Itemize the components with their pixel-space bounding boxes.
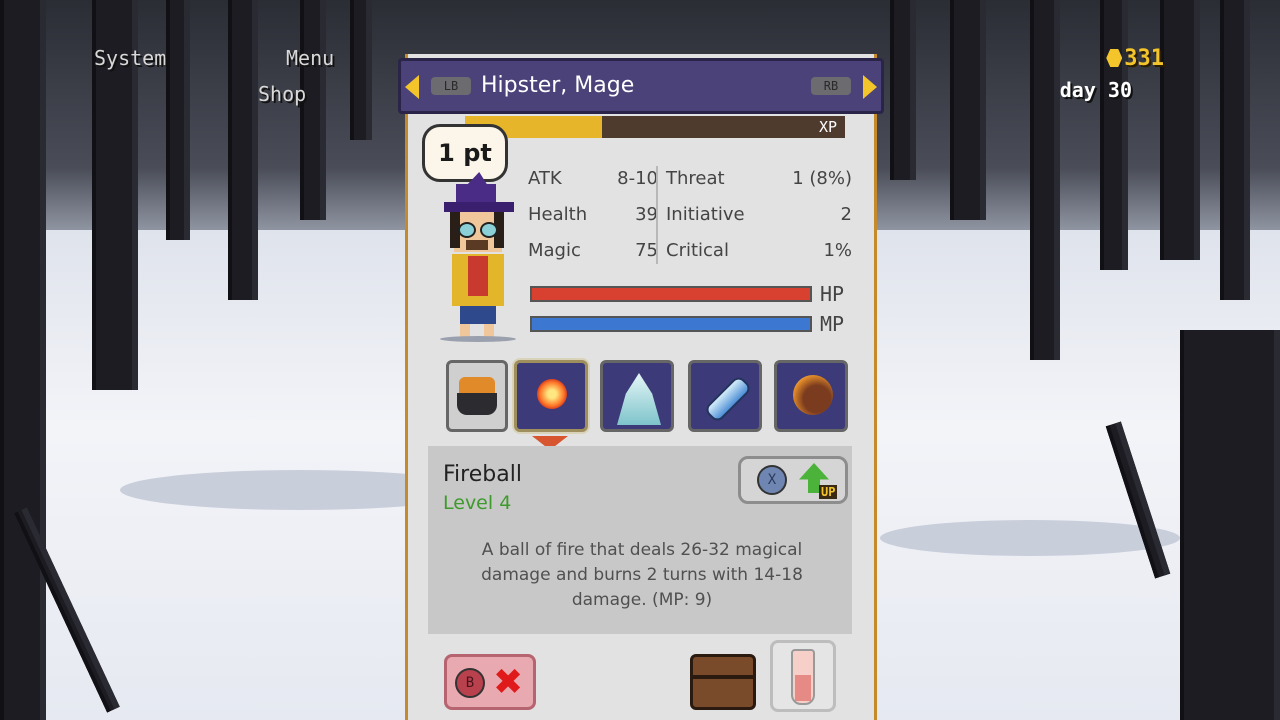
skill-slot-cauldron[interactable] bbox=[446, 360, 508, 432]
upgrade-tag: UP bbox=[819, 485, 838, 499]
character-title: Hipster, Mage bbox=[481, 73, 635, 98]
ice-crystal-icon bbox=[617, 373, 661, 425]
stat-label: Threat bbox=[666, 168, 725, 189]
tree-trunk bbox=[1030, 0, 1060, 360]
tree-trunk bbox=[1220, 0, 1250, 300]
stat-magic: Magic 75 bbox=[528, 240, 658, 264]
hp-bar: HP bbox=[530, 282, 850, 306]
tree-trunk bbox=[0, 0, 46, 720]
tree-trunk bbox=[890, 0, 916, 180]
skill-slot-fireball[interactable] bbox=[514, 360, 588, 432]
main-menu-label[interactable]: Menu bbox=[286, 46, 334, 70]
tree-trunk bbox=[950, 0, 986, 220]
skill-slot-ice-crystal[interactable] bbox=[600, 360, 674, 432]
stat-value: 8-10 bbox=[617, 168, 658, 189]
mage-character-sprite bbox=[438, 172, 520, 344]
stat-label: Health bbox=[528, 204, 588, 225]
previous-character-arrow-icon[interactable] bbox=[405, 75, 419, 99]
stat-health: Health 39 bbox=[528, 204, 658, 228]
stat-label: Magic bbox=[528, 240, 581, 261]
tree-shadow bbox=[880, 520, 1180, 556]
x-button-icon: X bbox=[757, 465, 787, 495]
xp-label: XP bbox=[818, 118, 837, 136]
mp-bar: MP bbox=[530, 312, 850, 336]
stat-value: 1 (8%) bbox=[792, 168, 852, 189]
stat-critical: Critical 1% bbox=[666, 240, 852, 264]
stat-label: Critical bbox=[666, 240, 729, 261]
tree-trunk bbox=[228, 0, 258, 300]
tree-trunk bbox=[166, 0, 190, 240]
skill-slot-ice-shard[interactable] bbox=[688, 360, 762, 432]
stats-divider bbox=[656, 166, 658, 264]
tree-stump bbox=[1180, 330, 1280, 720]
gold-counter: 331 bbox=[1106, 46, 1164, 71]
skill-level: Level 4 bbox=[443, 492, 512, 514]
upgrade-skill-button[interactable]: X UP bbox=[738, 456, 848, 504]
mp-label: MP bbox=[820, 312, 845, 336]
cauldron-icon bbox=[459, 377, 495, 393]
ice-shard-icon bbox=[703, 374, 753, 424]
tree-trunk bbox=[350, 0, 372, 140]
character-title-bar: LB Hipster, Mage RB bbox=[398, 58, 884, 114]
stat-label: ATK bbox=[528, 168, 562, 189]
gold-coin-icon bbox=[1106, 49, 1123, 67]
stat-initiative: Initiative 2 bbox=[666, 204, 852, 228]
potion-slot-button[interactable] bbox=[770, 640, 836, 712]
stat-threat: Threat 1 (8%) bbox=[666, 168, 852, 192]
description-line: damage. (MP: 9) bbox=[571, 590, 713, 610]
stat-value: 39 bbox=[635, 204, 658, 225]
next-character-arrow-icon[interactable] bbox=[863, 75, 877, 99]
stat-value: 1% bbox=[823, 240, 852, 261]
tree-trunk bbox=[1160, 0, 1200, 260]
skill-name: Fireball bbox=[443, 462, 522, 487]
stat-value: 75 bbox=[635, 240, 658, 261]
cancel-button[interactable]: B ✖ bbox=[444, 654, 536, 710]
system-menu-label[interactable]: System bbox=[94, 46, 166, 70]
stat-value: 2 bbox=[840, 204, 852, 225]
fireball-icon bbox=[537, 379, 567, 409]
b-button-icon: B bbox=[455, 668, 485, 698]
rb-button[interactable]: RB bbox=[811, 77, 851, 95]
stat-atk: ATK 8-10 bbox=[528, 168, 658, 192]
skill-description: A ball of fire that deals 26-32 magical … bbox=[452, 538, 832, 613]
day-counter: day 30 bbox=[1059, 78, 1132, 102]
description-line: damage and burns 2 turns with 14-18 bbox=[481, 565, 803, 585]
hp-label: HP bbox=[820, 282, 845, 306]
shop-label[interactable]: Shop bbox=[258, 82, 306, 106]
inventory-chest-button[interactable] bbox=[690, 654, 756, 710]
close-icon: ✖ bbox=[493, 662, 524, 703]
lb-button[interactable]: LB bbox=[431, 77, 471, 95]
tree-trunk bbox=[1100, 0, 1128, 270]
xp-bar: XP bbox=[465, 116, 845, 138]
skill-slot-meteor[interactable] bbox=[774, 360, 848, 432]
tree-trunk bbox=[300, 0, 326, 220]
hp-bar-fill bbox=[530, 286, 812, 302]
gold-amount: 331 bbox=[1124, 46, 1164, 71]
meteor-icon bbox=[793, 375, 833, 415]
stat-label: Initiative bbox=[666, 204, 745, 225]
potion-icon bbox=[791, 649, 815, 705]
mp-bar-fill bbox=[530, 316, 812, 332]
description-line: A ball of fire that deals 26-32 magical bbox=[481, 540, 803, 560]
